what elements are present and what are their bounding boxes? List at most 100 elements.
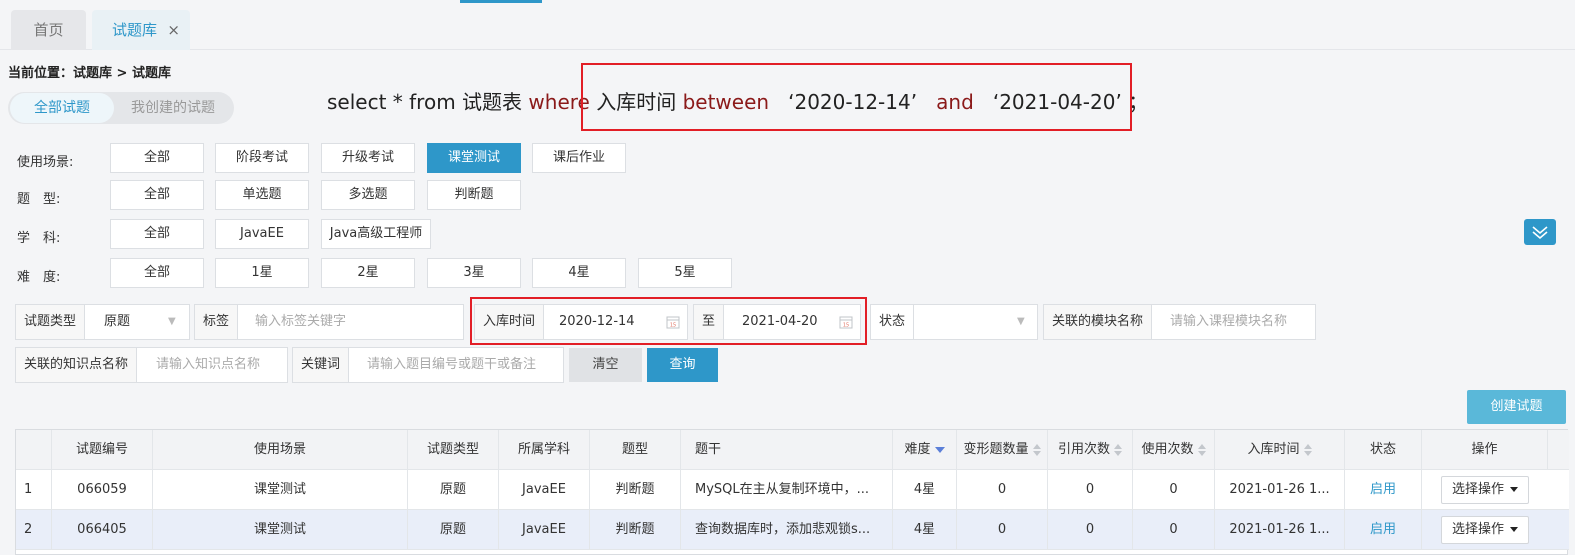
- cell-import-time: 2021-01-26 1...: [1215, 470, 1345, 510]
- tag-field[interactable]: 标签 输入标签关键字: [194, 304, 464, 340]
- filter-difficulty-4[interactable]: 4星: [532, 258, 626, 288]
- filter-label-scene: 使用场景:: [17, 155, 74, 170]
- filter-label-subject: 学 科:: [17, 231, 61, 246]
- action-dropdown-button[interactable]: 选择操作: [1441, 516, 1529, 544]
- filter-scene-stage-exam[interactable]: 阶段考试: [215, 143, 309, 173]
- header-subject[interactable]: 所属学科: [499, 430, 590, 470]
- cell-type: 原题: [408, 470, 499, 510]
- knowledge-field[interactable]: 关联的知识点名称 请输入知识点名称: [15, 347, 288, 383]
- filter-difficulty-1[interactable]: 1星: [215, 258, 309, 288]
- header-question-kind[interactable]: 题型: [590, 430, 681, 470]
- clear-button[interactable]: 清空: [569, 348, 642, 382]
- header-index: [16, 430, 52, 470]
- header-id[interactable]: 试题编号: [52, 430, 153, 470]
- filter-type-all[interactable]: 全部: [110, 180, 204, 210]
- highlight-box-sql: [581, 63, 1132, 131]
- header-difficulty-label: 难度: [904, 442, 931, 457]
- cell-id: 066405: [52, 510, 153, 550]
- cell-question-kind: 判断题: [590, 470, 681, 510]
- header-type[interactable]: 试题类型: [408, 430, 499, 470]
- tab-question-bank[interactable]: 试题库 ×: [92, 10, 190, 50]
- create-question-button[interactable]: 创建试题: [1467, 390, 1566, 424]
- cell-scene: 课堂测试: [153, 470, 408, 510]
- sort-icon: [1303, 443, 1312, 456]
- scope-toggle: 全部试题 我创建的试题: [8, 92, 234, 124]
- filter-scene-homework[interactable]: 课后作业: [532, 143, 626, 173]
- action-dropdown-button[interactable]: 选择操作: [1441, 476, 1529, 504]
- header-import-time[interactable]: 入库时间: [1215, 430, 1345, 470]
- header-reference-count[interactable]: 引用次数: [1048, 430, 1133, 470]
- tag-label: 标签: [195, 305, 239, 339]
- dropdown-arrow-icon: ▼: [168, 316, 176, 327]
- cell-usage-count: 0: [1133, 470, 1215, 510]
- filter-label-type: 题 型:: [17, 192, 61, 207]
- filter-scene-upgrade-exam[interactable]: 升级考试: [321, 143, 415, 173]
- header-actions: 操作: [1422, 430, 1548, 470]
- cell-reference-count: 0: [1048, 470, 1133, 510]
- cell-id: 066059: [52, 470, 153, 510]
- keyword-input-placeholder: 请输入题目编号或题干或备注: [367, 357, 537, 372]
- action-dropdown-label: 选择操作: [1451, 522, 1504, 537]
- toggle-all-questions[interactable]: 全部试题: [10, 93, 114, 123]
- status-select[interactable]: 状态 ▼: [870, 304, 1038, 340]
- cell-subject: JavaEE: [499, 510, 590, 550]
- module-label: 关联的模块名称: [1044, 305, 1153, 339]
- table-row[interactable]: 1 066059 课堂测试 原题 JavaEE 判断题 MySQL在主从复制环境…: [16, 470, 1569, 510]
- module-input-placeholder: 请输入课程模块名称: [1170, 314, 1288, 329]
- filter-subject-javaee[interactable]: JavaEE: [215, 219, 309, 249]
- header-status[interactable]: 状态: [1345, 430, 1422, 470]
- question-type-select[interactable]: 试题类型 原题 ▼: [15, 304, 190, 340]
- filter-difficulty-all[interactable]: 全部: [110, 258, 204, 288]
- cell-type: 原题: [408, 510, 499, 550]
- query-button[interactable]: 查询: [647, 348, 718, 382]
- cell-question-kind: 判断题: [590, 510, 681, 550]
- keyword-field[interactable]: 关键词 请输入题目编号或题干或备注: [292, 347, 564, 383]
- header-scene[interactable]: 使用场景: [153, 430, 408, 470]
- cell-index: 1: [16, 470, 52, 510]
- caret-down-icon: [1510, 527, 1518, 532]
- sql-part-1: select * from 试题表: [327, 90, 529, 114]
- header-stem[interactable]: 题干: [681, 430, 893, 470]
- cell-status-link[interactable]: 启用: [1345, 470, 1422, 510]
- filter-scene-class-test[interactable]: 课堂测试: [427, 143, 521, 173]
- action-dropdown-label: 选择操作: [1451, 482, 1504, 497]
- highlight-box-date-range: [470, 297, 867, 345]
- filter-difficulty-3[interactable]: 3星: [427, 258, 521, 288]
- cell-stem: MySQL在主从复制环境中，...: [681, 470, 893, 510]
- header-variant-label: 变形题数量: [963, 442, 1029, 457]
- sort-icon: [1032, 443, 1041, 456]
- filter-type-multiple[interactable]: 多选题: [321, 180, 415, 210]
- filter-subject-all[interactable]: 全部: [110, 219, 204, 249]
- filter-label-difficulty: 难 度:: [17, 270, 61, 285]
- cell-status-link[interactable]: 启用: [1345, 510, 1422, 550]
- table-row[interactable]: 2 066405 课堂测试 原题 JavaEE 判断题 查询数据库时，添加悲观锁…: [16, 510, 1569, 550]
- question-type-value: 原题: [104, 314, 131, 329]
- module-field[interactable]: 关联的模块名称 请输入课程模块名称: [1043, 304, 1316, 340]
- cell-stem: 查询数据库时，添加悲观锁s...: [681, 510, 893, 550]
- header-usage-label: 使用次数: [1141, 442, 1194, 457]
- question-table: 试题编号 使用场景 试题类型 所属学科 题型 题干 难度 变形题数量 引用次数 …: [15, 429, 1569, 555]
- header-difficulty[interactable]: 难度: [893, 430, 957, 470]
- filter-subject-java-senior[interactable]: Java高级工程师: [321, 219, 431, 249]
- tab-home[interactable]: 首页: [11, 10, 86, 50]
- filter-difficulty-5[interactable]: 5星: [638, 258, 732, 288]
- sort-desc-icon: [934, 446, 945, 453]
- toggle-my-questions[interactable]: 我创建的试题: [116, 92, 230, 124]
- tab-bar: 首页 试题库 ×: [0, 0, 1575, 50]
- tag-input-placeholder: 输入标签关键字: [255, 314, 347, 329]
- filter-type-judge[interactable]: 判断题: [427, 180, 521, 210]
- sort-icon: [1197, 443, 1206, 456]
- knowledge-input-placeholder: 请输入知识点名称: [156, 357, 261, 372]
- filter-scene-all[interactable]: 全部: [110, 143, 204, 173]
- cell-variant-count: 0: [957, 510, 1048, 550]
- cell-usage-count: 0: [1133, 510, 1215, 550]
- cell-import-time: 2021-01-26 1...: [1215, 510, 1345, 550]
- question-type-label: 试题类型: [16, 305, 86, 339]
- header-variant-count[interactable]: 变形题数量: [957, 430, 1048, 470]
- filter-type-single[interactable]: 单选题: [215, 180, 309, 210]
- header-usage-count[interactable]: 使用次数: [1133, 430, 1215, 470]
- chevron-down-icon[interactable]: [1524, 219, 1556, 245]
- close-icon[interactable]: ×: [167, 10, 180, 50]
- status-label: 状态: [871, 305, 915, 339]
- filter-difficulty-2[interactable]: 2星: [321, 258, 415, 288]
